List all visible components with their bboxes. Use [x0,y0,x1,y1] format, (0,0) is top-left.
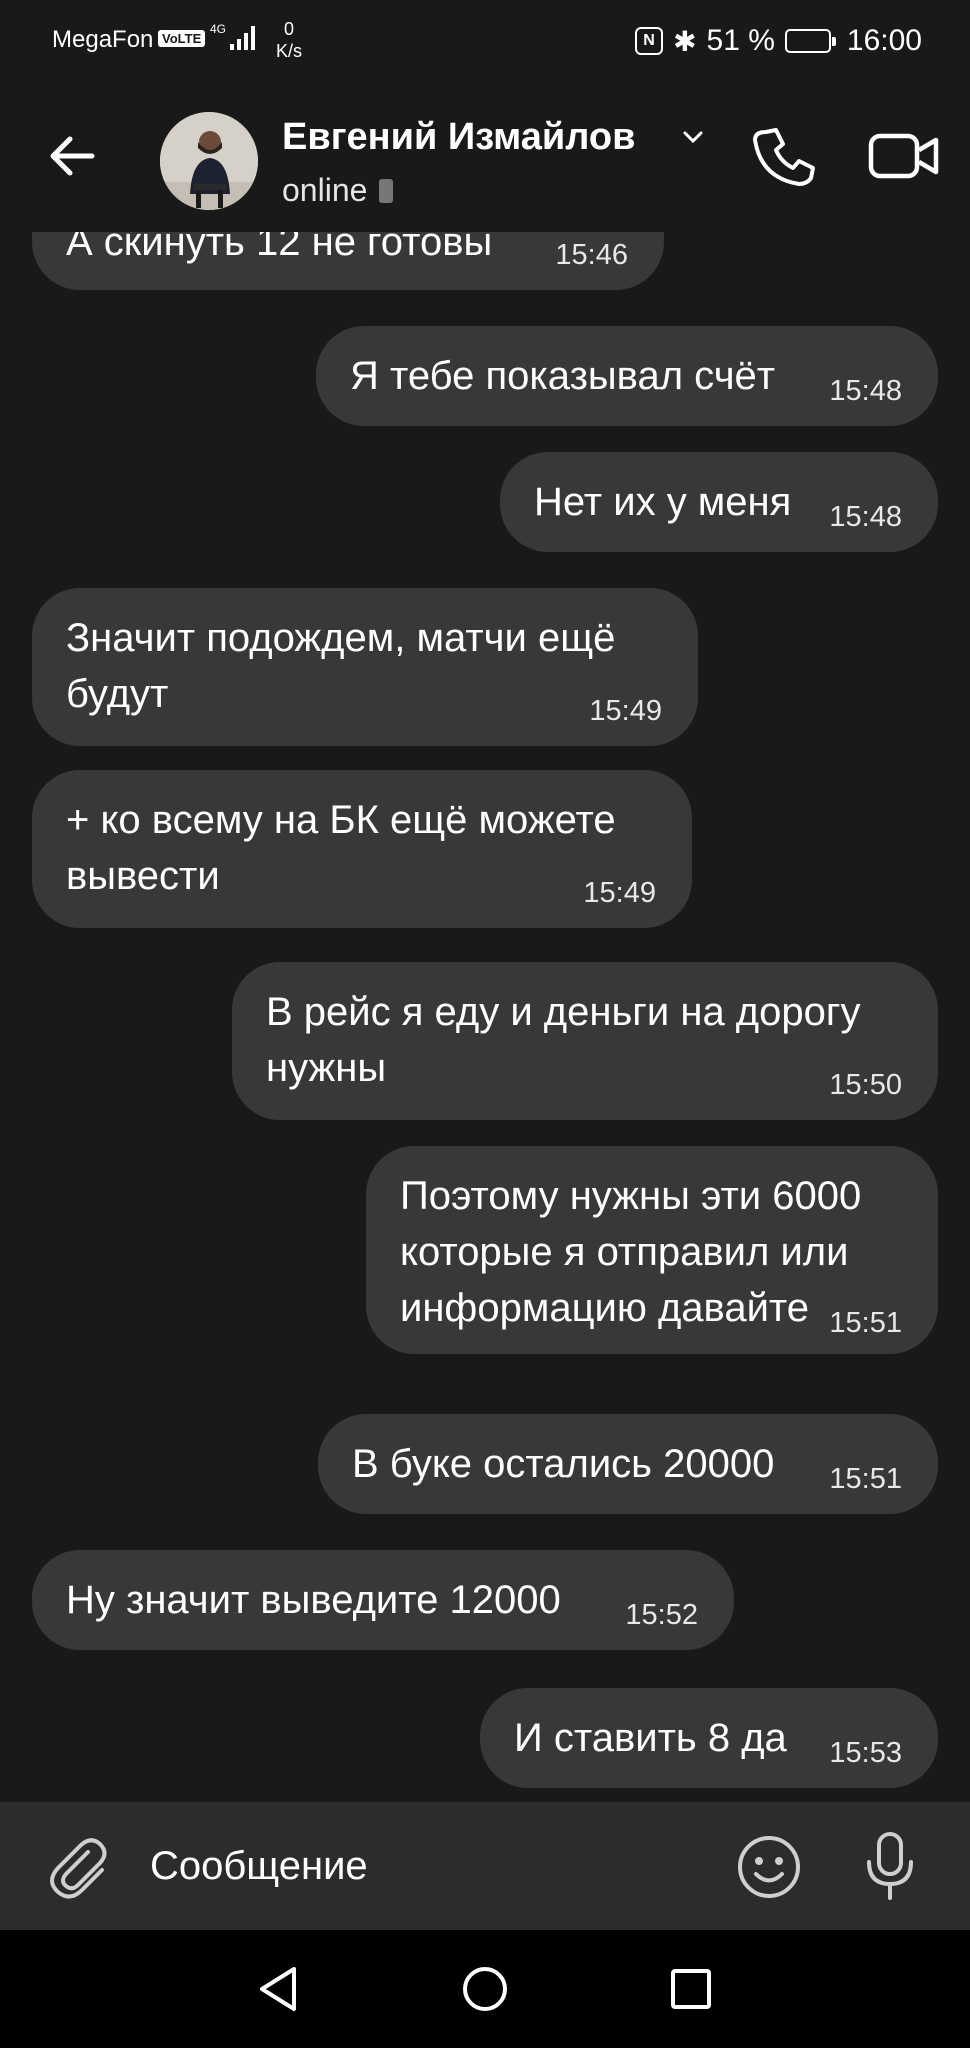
nfc-icon: N [635,27,664,55]
message-text: Поэтому нужны эти 6000 которые я отправи… [400,1168,861,1336]
chat-header: Евгений Измайлов online [0,84,970,232]
bluetooth-icon: ✱ [673,25,697,57]
microphone-icon[interactable] [862,1830,918,1902]
message-time: 15:48 [829,375,902,407]
emoji-icon[interactable] [736,1834,802,1900]
message-composer [0,1802,970,1930]
message-line: будут [66,672,169,716]
message-time: 15:51 [829,1307,902,1339]
avatar[interactable] [160,112,258,210]
message-text: Ну значит выведите 12000 [66,1578,561,1622]
message-line: В рейс я еду и деньги на дорогу [266,990,861,1034]
status-right: N ✱ 51 % 16:00 [635,24,922,58]
message-line: вывести [66,854,220,898]
contact-name[interactable]: Евгений Измайлов [282,116,635,159]
message-line: Поэтому нужны эти 6000 [400,1174,862,1218]
paperclip-icon[interactable] [44,1832,112,1900]
message-text: В рейс я еду и деньги на дорогу нужны [266,984,860,1096]
message-text: В буке остались 20000 [352,1442,775,1486]
message-line: которые я отправил или [400,1230,849,1274]
system-nav-bar [0,1930,970,2048]
message-incoming[interactable]: А скинуть 12 не готовы 15:46 [32,232,664,290]
battery-percent: 51 % [706,24,775,57]
message-text: И ставить 8 да [514,1716,787,1760]
message-outgoing[interactable]: В буке остались 20000 15:51 [318,1414,938,1514]
video-camera-icon[interactable] [868,128,940,184]
back-arrow-icon[interactable] [44,126,104,186]
phone-icon[interactable] [752,124,818,190]
volte-badge: VoLTE [158,30,206,47]
nav-back-icon[interactable] [256,1964,300,2014]
message-text: Я тебе показывал счёт [350,354,776,398]
message-time: 15:51 [829,1463,902,1495]
message-incoming[interactable]: Значит подождем, матчи ещё будут 15:49 [32,588,698,746]
status-bar: MegaFon VoLTE 4G 0 K/s N ✱ 51 % 16:00 [0,0,970,84]
chevron-down-icon[interactable] [680,124,706,150]
message-line: + ко всему на БК ещё можете [66,798,616,842]
carrier-name: MegaFon [52,26,154,53]
battery-icon [784,29,836,53]
message-outgoing[interactable]: Поэтому нужны эти 6000 которые я отправи… [366,1146,938,1354]
speed-value: 0 [284,19,295,39]
message-outgoing[interactable]: Я тебе показывал счёт 15:48 [316,326,938,426]
message-time: 15:46 [555,239,628,271]
message-time: 15:50 [829,1069,902,1101]
message-time: 15:48 [829,501,902,533]
clock: 16:00 [846,24,922,57]
message-line: информацию давайте [400,1286,810,1330]
presence-status: online [282,172,394,209]
message-time: 15:53 [829,1737,902,1769]
message-text: Значит подождем, матчи ещё будут [66,610,615,722]
avatar-photo [160,112,258,210]
nav-home-icon[interactable] [462,1966,508,2012]
message-incoming[interactable]: Ну значит выведите 12000 15:52 [32,1550,734,1650]
mobile-device-icon [379,178,394,203]
message-time: 15:49 [589,695,662,727]
message-text: Нет их у меня [534,480,792,524]
speed-unit: K/s [276,41,303,61]
message-line: нужны [266,1046,387,1090]
message-time: 15:52 [625,1599,698,1631]
network-type: 4G [210,22,227,36]
message-time: 15:49 [583,877,656,909]
signal-icon [230,24,260,50]
nav-recents-icon[interactable] [670,1968,712,2010]
message-incoming[interactable]: + ко всему на БК ещё можете вывести 15:4… [32,770,692,928]
message-text: + ко всему на БК ещё можете вывести [66,792,616,904]
message-outgoing[interactable]: И ставить 8 да 15:53 [480,1688,938,1788]
message-input[interactable] [150,1830,710,1902]
message-text: А скинуть 12 не готовы [66,232,493,264]
message-list[interactable]: А скинуть 12 не готовы 15:46 Я тебе пока… [0,232,970,1800]
message-outgoing[interactable]: Нет их у меня 15:48 [500,452,938,552]
status-text: online [282,172,368,208]
message-line: Значит подождем, матчи ещё [66,616,616,660]
network-speed: 0 K/s [276,18,302,62]
message-outgoing[interactable]: В рейс я еду и деньги на дорогу нужны 15… [232,962,938,1120]
